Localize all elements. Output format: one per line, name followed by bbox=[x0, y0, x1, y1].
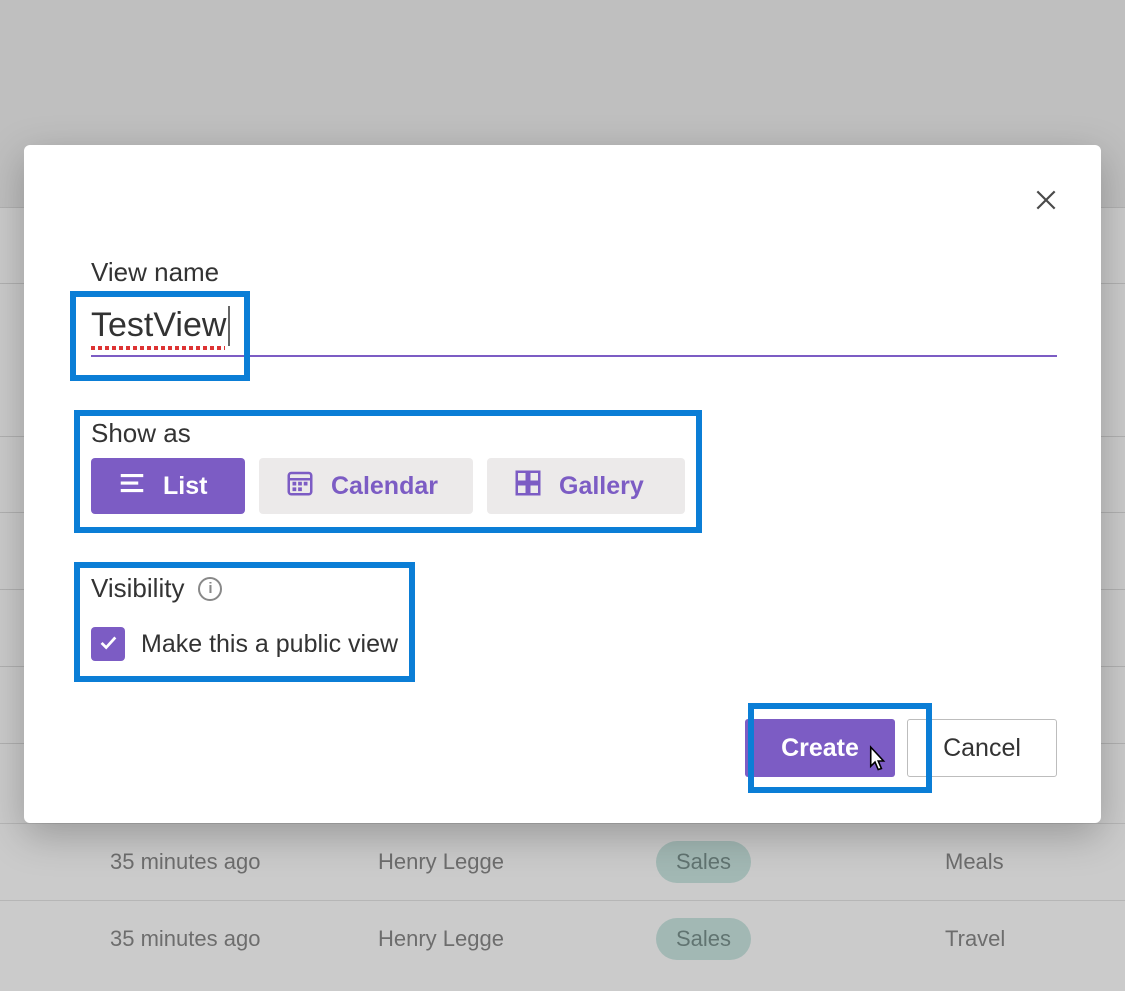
create-button[interactable]: Create bbox=[745, 719, 895, 777]
spellcheck-underline bbox=[91, 346, 225, 350]
text-caret bbox=[228, 306, 230, 346]
create-view-dialog: View name Show as List Calendar Gallery … bbox=[24, 145, 1101, 823]
close-icon bbox=[1033, 187, 1059, 213]
view-type-gallery-button[interactable]: Gallery bbox=[487, 458, 685, 514]
visibility-label: Visibility bbox=[91, 573, 184, 604]
public-view-checkbox[interactable] bbox=[91, 627, 125, 661]
view-name-label: View name bbox=[91, 257, 219, 288]
public-view-row: Make this a public view bbox=[91, 627, 398, 661]
info-icon[interactable]: i bbox=[198, 577, 222, 601]
view-type-list-label: List bbox=[163, 472, 207, 501]
gallery-icon bbox=[513, 468, 543, 505]
dialog-footer: Create Cancel bbox=[745, 719, 1057, 777]
show-as-label: Show as bbox=[91, 418, 191, 449]
calendar-icon bbox=[285, 468, 315, 505]
close-button[interactable] bbox=[1029, 183, 1063, 217]
view-type-list-button[interactable]: List bbox=[91, 458, 245, 514]
visibility-label-row: Visibility i bbox=[91, 573, 222, 604]
cancel-button[interactable]: Cancel bbox=[907, 719, 1057, 777]
view-type-calendar-label: Calendar bbox=[331, 472, 438, 501]
view-type-gallery-label: Gallery bbox=[559, 472, 644, 501]
check-icon bbox=[97, 631, 119, 658]
view-type-calendar-button[interactable]: Calendar bbox=[259, 458, 473, 514]
list-icon bbox=[117, 468, 147, 505]
show-as-options: List Calendar Gallery bbox=[91, 458, 685, 514]
view-name-input[interactable] bbox=[91, 300, 1057, 357]
view-name-field-wrap bbox=[91, 300, 1057, 360]
public-view-label: Make this a public view bbox=[141, 630, 398, 659]
